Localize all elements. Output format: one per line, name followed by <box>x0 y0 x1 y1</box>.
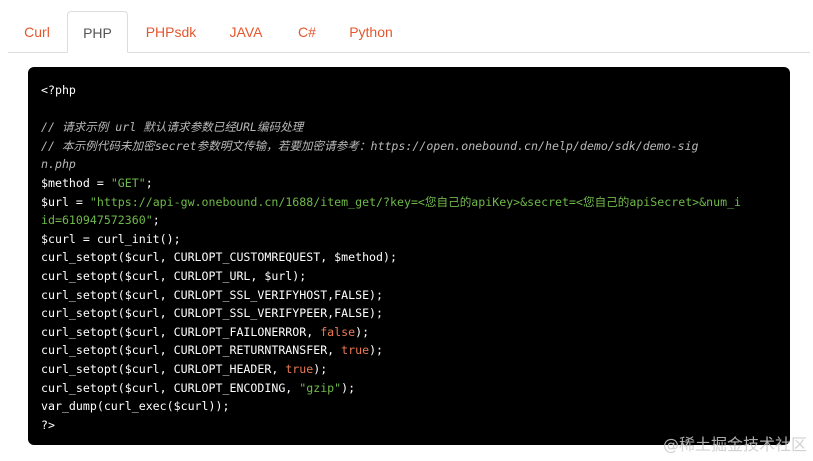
code-token: curl_setopt($curl, CURLOPT_CUSTOMREQUEST… <box>41 250 397 265</box>
code-token: curl_setopt($curl, CURLOPT_SSL_VERIFYPEE… <box>41 306 384 321</box>
code-token: curl_setopt($curl, CURLOPT_URL, $url); <box>41 268 307 283</box>
code-token: ); <box>355 324 370 339</box>
code-token: true <box>285 361 314 376</box>
code-line: // 请求示例 url 默认请求参数已经URL编码处理 <box>41 118 778 137</box>
code-token: // 请求示例 url 默认请求参数已经URL编码处理 <box>41 120 304 135</box>
code-token: curl_setopt($curl, CURLOPT_SSL_VERIFYHOS… <box>41 287 384 302</box>
code-token: curl_setopt($curl, CURLOPT_HEADER, <box>41 361 286 376</box>
code-block[interactable]: <?php // 请求示例 url 默认请求参数已经URL编码处理 // 本示例代… <box>28 67 790 445</box>
code-token: $curl = curl_init(); <box>41 231 181 246</box>
code-token: $method = <box>41 175 111 190</box>
code-token: curl_setopt($curl, CURLOPT_RETURNTRANSFE… <box>41 343 342 358</box>
code-token: "gzip" <box>299 380 342 395</box>
tab-php[interactable]: PHP <box>67 11 128 53</box>
code-line: curl_setopt($curl, CURLOPT_SSL_VERIFYHOS… <box>41 286 778 305</box>
code-token: true <box>341 343 370 358</box>
code-line: curl_setopt($curl, CURLOPT_SSL_VERIFYPEE… <box>41 304 778 323</box>
code-token: <?php <box>41 83 76 97</box>
code-line: curl_setopt($curl, CURLOPT_CUSTOMREQUEST… <box>41 248 778 267</box>
page: Curl PHP PHPsdk JAVA C# Python <?php // … <box>0 0 813 461</box>
code-token: "GET" <box>110 175 146 190</box>
code-token: // 本示例代码未加密secret参数明文传输，若要加密请参考：https://… <box>41 138 699 153</box>
code-token: ?> <box>41 417 55 432</box>
code-token: curl_setopt($curl, CURLOPT_FAILONERROR, <box>41 324 321 339</box>
code-token: ); <box>313 361 328 376</box>
code-line: curl_setopt($curl, CURLOPT_FAILONERROR, … <box>41 323 778 342</box>
code-token: ; <box>152 213 160 228</box>
tab-csharp[interactable]: C# <box>284 11 330 53</box>
tab-curl[interactable]: Curl <box>8 11 66 53</box>
code-token: var_dump(curl_exec($curl)); <box>41 399 230 414</box>
code-line: curl_setopt($curl, CURLOPT_URL, $url); <box>41 267 778 286</box>
code-token: n.php <box>41 157 76 172</box>
code-token: false <box>320 324 356 339</box>
code-line: n.php <box>41 155 778 174</box>
code-line: curl_setopt($curl, CURLOPT_ENCODING, "gz… <box>41 379 778 398</box>
code-token: "https://api-gw.onebound.cn/1688/item_ge… <box>89 194 742 209</box>
code-token: curl_setopt($curl, CURLOPT_ENCODING, <box>41 380 300 395</box>
code-line: <?php <box>41 81 778 100</box>
tab-phpsdk[interactable]: PHPsdk <box>134 11 208 53</box>
code-token: ); <box>341 380 356 395</box>
code-line: $method = "GET"; <box>41 174 778 193</box>
code-line: var_dump(curl_exec($curl)); <box>41 397 778 416</box>
language-tabs: Curl PHP PHPsdk JAVA C# Python <box>8 11 810 53</box>
code-token: ); <box>369 343 384 358</box>
watermark: @稀土掘金技术社区 <box>662 435 807 454</box>
code-line: $url = "https://api-gw.onebound.cn/1688/… <box>41 193 778 212</box>
code-line: $curl = curl_init(); <box>41 230 778 249</box>
tab-python[interactable]: Python <box>338 11 404 53</box>
tab-java[interactable]: JAVA <box>216 11 276 53</box>
code-line: curl_setopt($curl, CURLOPT_RETURNTRANSFE… <box>41 341 778 360</box>
code-line: // 本示例代码未加密secret参数明文传输，若要加密请参考：https://… <box>41 137 778 156</box>
code-line: id=610947572360"; <box>41 211 778 230</box>
code-token: $url = <box>41 194 90 209</box>
code-token: ; <box>145 175 153 190</box>
code-token: id=610947572360" <box>41 213 153 228</box>
code-line: curl_setopt($curl, CURLOPT_HEADER, true)… <box>41 360 778 379</box>
